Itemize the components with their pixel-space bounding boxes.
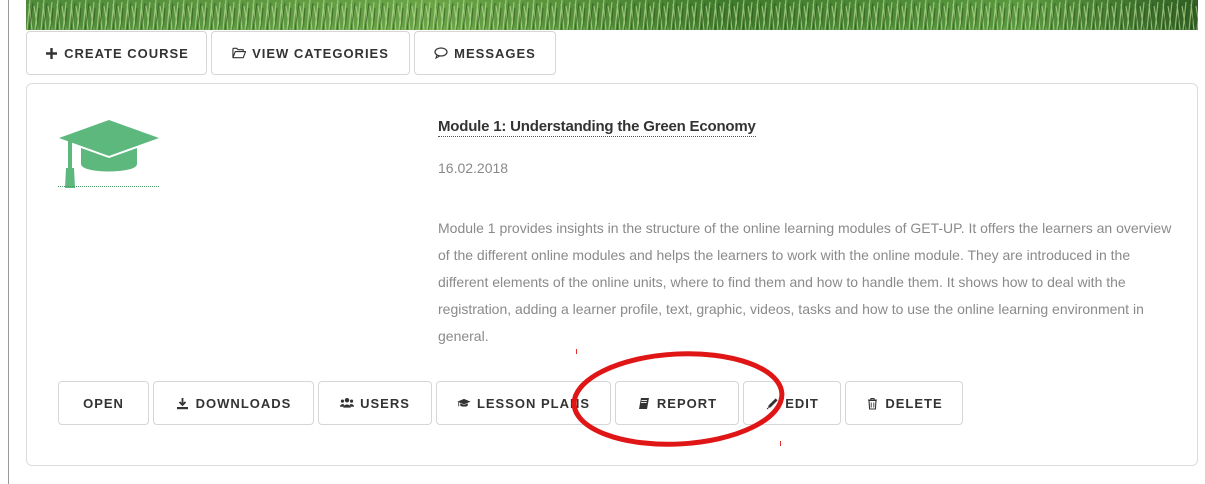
graduation-cap-icon xyxy=(57,118,161,190)
report-label: REPORT xyxy=(656,395,718,411)
messages-label: MESSAGES xyxy=(454,45,536,61)
page: CREATE COURSE VIEW CATEGORIES MESSAGES M… xyxy=(0,0,1205,484)
folder-open-icon xyxy=(232,46,247,60)
users-button[interactable]: USERS xyxy=(318,381,432,425)
course-date: 16.02.2018 xyxy=(438,160,509,176)
course-description: Module 1 provides insights in the struct… xyxy=(438,220,1172,344)
open-button[interactable]: OPEN xyxy=(58,381,149,425)
view-categories-label: VIEW CATEGORIES xyxy=(252,45,389,61)
course-icon-link-underline xyxy=(58,186,159,187)
download-icon xyxy=(176,396,190,410)
edit-label: EDIT xyxy=(785,395,819,411)
edit-button[interactable]: EDIT xyxy=(743,381,841,425)
downloads-label: DOWNLOADS xyxy=(195,395,292,411)
graduation-cap-icon xyxy=(457,396,471,410)
lesson-plans-button[interactable]: LESSON PLANS xyxy=(436,381,611,425)
book-icon xyxy=(637,396,651,410)
create-course-button[interactable]: CREATE COURSE xyxy=(26,31,207,75)
users-icon xyxy=(340,396,355,410)
view-categories-button[interactable]: VIEW CATEGORIES xyxy=(211,31,410,75)
chat-bubble-icon xyxy=(434,46,448,60)
plus-icon xyxy=(44,46,58,60)
create-course-label: CREATE COURSE xyxy=(64,45,189,61)
left-border xyxy=(8,0,9,484)
users-label: USERS xyxy=(360,395,410,411)
annotation-tick-mark xyxy=(576,349,577,354)
annotation-tick-mark xyxy=(780,441,781,446)
open-label: OPEN xyxy=(83,395,124,411)
course-title-link[interactable]: Module 1: Understanding the Green Econom… xyxy=(438,118,756,137)
pencil-icon xyxy=(765,396,779,410)
lesson-plans-label: LESSON PLANS xyxy=(476,395,591,411)
report-button[interactable]: REPORT xyxy=(615,381,739,425)
delete-button[interactable]: DELETE xyxy=(845,381,963,425)
messages-button[interactable]: MESSAGES xyxy=(414,31,556,75)
grass-banner-image xyxy=(26,0,1198,30)
delete-label: DELETE xyxy=(885,395,943,411)
trash-icon xyxy=(865,396,879,410)
downloads-button[interactable]: DOWNLOADS xyxy=(153,381,314,425)
